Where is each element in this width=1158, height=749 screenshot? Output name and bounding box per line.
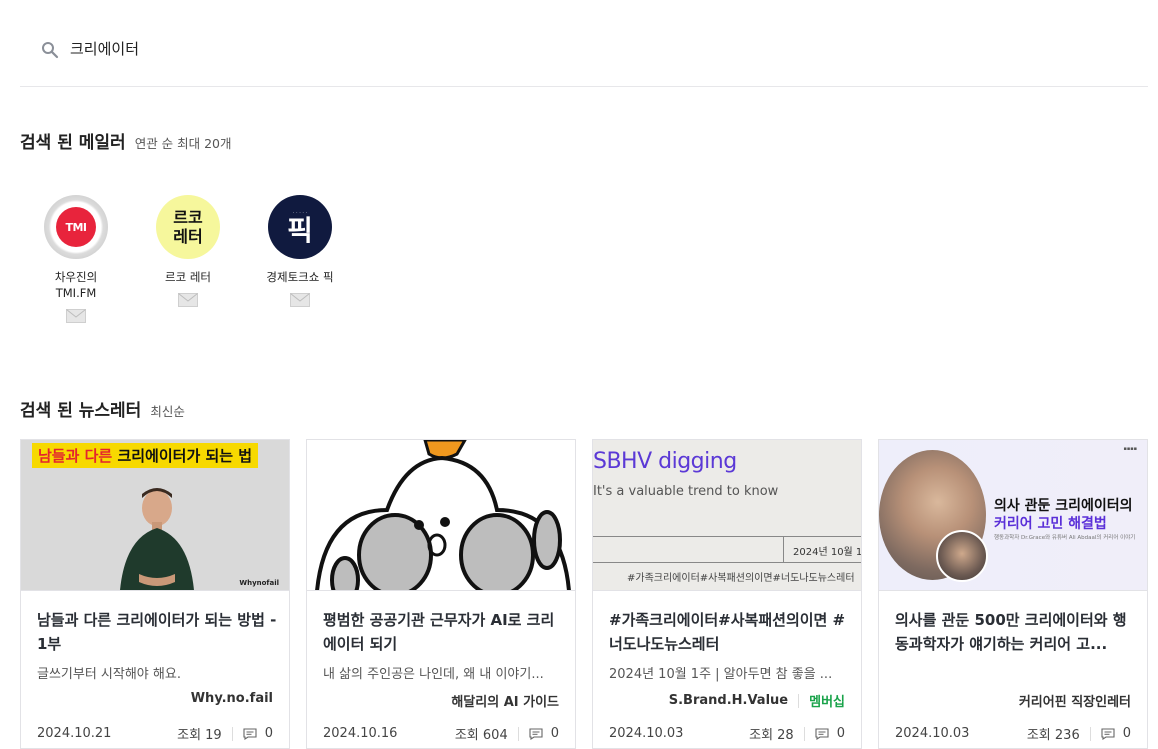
avatar: TMI — [44, 195, 108, 259]
card-date: 2024.10.03 — [609, 726, 684, 741]
mailer-item[interactable]: · · · · · 픽 경제토크쇼 픽 — [244, 195, 356, 323]
card-description: 2024년 10월 1주 | 알아두면 참 좋을 ... — [609, 667, 833, 682]
author-name[interactable]: 커리어핀 직장인레터 — [1019, 691, 1131, 710]
thumbnail-line2: 커리어 고민 해결법 — [994, 516, 1107, 532]
card-description: 글쓰기부터 시작해야 해요. — [37, 667, 181, 682]
author-name[interactable]: S.Brand.H.Value — [669, 693, 788, 708]
card-thumbnail — [307, 440, 575, 591]
thumbnail-subheading: It's a valuable trend to know — [593, 484, 779, 499]
thumbnail-heading: SBHV digging — [593, 449, 737, 474]
card-comments: 0 — [264, 726, 273, 741]
mailer-item[interactable]: 르코 레터 르코 레터 — [132, 195, 244, 323]
meta-divider — [517, 726, 519, 741]
card-date: 2024.10.21 — [37, 726, 112, 741]
avatar: 르코 레터 — [156, 195, 220, 259]
newsletter-card[interactable]: 남들과 다른 크리에이터가 되는 법 Whynofail 남들과 다른 크리에이… — [20, 439, 290, 749]
membership-badge: 멤버십 — [809, 695, 845, 710]
mailer-name: 경제토크쇼 픽 — [266, 270, 334, 284]
card-views: 조회 236 — [1026, 728, 1080, 743]
envelope-icon[interactable] — [178, 293, 198, 307]
comment-icon — [815, 727, 829, 740]
ghost-illustration — [315, 440, 571, 590]
newsletter-card[interactable]: ▪▪▪▪ 의사 관둔 크리에이터의 커리어 고민 해결법 행동과학자 Dr.Gr… — [878, 439, 1148, 749]
card-meta: 2024.10.03 조회 28 0 — [609, 724, 845, 743]
meta-divider — [1089, 726, 1091, 741]
card-author: S.Brand.H.Value 멤버십 — [669, 691, 845, 710]
newsletter-list: 남들과 다른 크리에이터가 되는 법 Whynofail 남들과 다른 크리에이… — [20, 439, 1148, 749]
thumbnail-table: 2024년 10월 1주 — [593, 536, 861, 563]
banner-text: 크리에이터가 되는 법 — [112, 447, 253, 465]
card-title[interactable]: 평범한 공공기관 근무자가 AI로 크리에이터 되기 — [323, 608, 563, 656]
thumbnail-date: 2024년 10월 1주 — [793, 547, 861, 558]
card-thumbnail: 남들과 다른 크리에이터가 되는 법 Whynofail — [21, 440, 289, 591]
reuko-logo: 르코 레터 — [173, 208, 203, 246]
thumbnail-banner: 남들과 다른 크리에이터가 되는 법 — [32, 443, 259, 468]
comment-icon — [529, 727, 543, 740]
newsletters-section-title: 검색 된 뉴스레터 — [20, 401, 142, 421]
card-title[interactable]: #가족크리에이터#사복패션의이면 #너도나도뉴스레터 — [609, 608, 849, 656]
author-divider — [798, 693, 800, 708]
search-bar — [20, 24, 1148, 87]
meta-divider — [803, 726, 805, 741]
author-name[interactable]: Why.no.fail — [191, 691, 273, 706]
thumbnail-watermark: Whynofail — [239, 579, 279, 587]
card-views: 조회 19 — [177, 728, 222, 743]
card-comments: 0 — [1122, 726, 1131, 741]
newsletters-section-subtitle: 최신순 — [150, 404, 185, 419]
card-author: 커리어핀 직장인레터 — [1019, 691, 1131, 710]
card-meta: 2024.10.16 조회 604 0 — [323, 724, 559, 743]
person-illustration — [120, 488, 194, 590]
card-comments: 0 — [836, 726, 845, 741]
person-photo-small — [936, 530, 988, 582]
mailer-list: TMI 차우진의 TMI.FM 르코 레터 르코 레터 · · · · · 픽 … — [20, 195, 356, 323]
thumbnail-logo: ▪▪▪▪ — [1123, 446, 1137, 452]
talk-logo-top: · · · · · — [292, 209, 308, 216]
mailers-section-header: 검색 된 메일러 연관 순 최대 20개 — [20, 128, 232, 153]
card-date: 2024.10.16 — [323, 726, 398, 741]
envelope-icon[interactable] — [290, 293, 310, 307]
newsletter-card[interactable]: SBHV digging It's a valuable trend to kn… — [592, 439, 862, 749]
mailers-section-subtitle: 연관 순 최대 20개 — [134, 136, 232, 151]
card-comments: 0 — [550, 726, 559, 741]
card-author: 해달리의 AI 가이드 — [451, 691, 559, 710]
talk-logo: 픽 — [287, 213, 313, 247]
card-thumbnail: ▪▪▪▪ 의사 관둔 크리에이터의 커리어 고민 해결법 행동과학자 Dr.Gr… — [879, 440, 1147, 591]
thumbnail-line1: 의사 관둔 크리에이터의 — [994, 498, 1133, 514]
comment-icon — [1101, 727, 1115, 740]
newsletters-section-header: 검색 된 뉴스레터 최신순 — [20, 396, 185, 421]
card-date: 2024.10.03 — [895, 726, 970, 741]
card-author: Why.no.fail — [191, 691, 273, 706]
comment-icon — [243, 727, 257, 740]
thumbnail-tags: #가족크리에이터#사복패션의이면#너도나도뉴스레터 — [627, 573, 855, 584]
avatar: · · · · · 픽 — [268, 195, 332, 259]
card-title[interactable]: 남들과 다른 크리에이터가 되는 방법 - 1부 — [37, 608, 277, 656]
mailer-item[interactable]: TMI 차우진의 TMI.FM — [20, 195, 132, 323]
card-description: 내 삶의 주인공은 나인데, 왜 내 이야기... — [323, 667, 544, 682]
author-name[interactable]: 해달리의 AI 가이드 — [451, 691, 559, 710]
envelope-icon[interactable] — [66, 309, 86, 323]
card-meta: 2024.10.03 조회 236 0 — [895, 724, 1131, 743]
table-divider — [783, 537, 784, 562]
newsletter-card[interactable]: 평범한 공공기관 근무자가 AI로 크리에이터 되기 내 삶의 주인공은 나인데… — [306, 439, 576, 749]
thumbnail-line3: 행동과학자 Dr.Grace와 유튜버 Ali Abdaal의 커리어 이야기 — [994, 535, 1136, 541]
card-views: 조회 604 — [454, 728, 508, 743]
card-views: 조회 28 — [749, 728, 794, 743]
card-thumbnail: SBHV digging It's a valuable trend to kn… — [593, 440, 861, 591]
meta-divider — [231, 726, 233, 741]
mailer-name: 차우진의 TMI.FM — [54, 270, 98, 300]
card-title[interactable]: 의사를 관둔 500만 크리에이터와 행동과학자가 얘기하는 커리어 고... — [895, 608, 1135, 656]
search-icon[interactable] — [41, 41, 59, 59]
card-meta: 2024.10.21 조회 19 0 — [37, 724, 273, 743]
banner-red-text: 남들과 다른 — [38, 447, 113, 465]
mailer-name: 르코 레터 — [165, 270, 211, 284]
tmi-logo: TMI — [56, 207, 96, 247]
search-input[interactable] — [70, 36, 970, 60]
mailers-section-title: 검색 된 메일러 — [20, 133, 126, 153]
